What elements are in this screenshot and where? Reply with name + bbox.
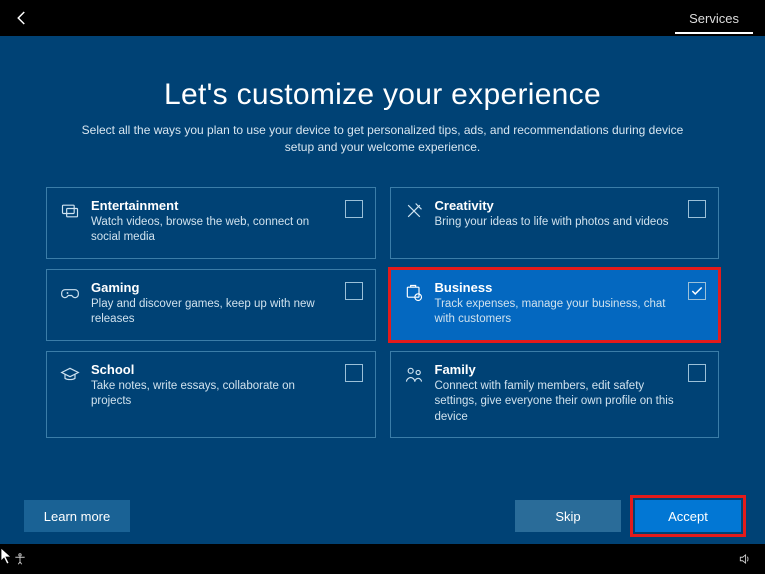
options-grid: Entertainment Watch videos, browse the we… bbox=[46, 187, 719, 439]
option-text: Gaming Play and discover games, keep up w… bbox=[91, 280, 335, 328]
option-desc: Connect with family members, edit safety… bbox=[435, 379, 679, 426]
titlebar: Services bbox=[0, 0, 765, 36]
tab-services[interactable]: Services bbox=[675, 3, 753, 34]
option-card-entertainment[interactable]: Entertainment Watch videos, browse the we… bbox=[46, 187, 376, 259]
ease-of-access-icon[interactable] bbox=[12, 551, 28, 567]
option-checkbox[interactable] bbox=[345, 282, 363, 300]
option-text: Family Connect with family members, edit … bbox=[435, 362, 679, 426]
option-text: School Take notes, write essays, collabor… bbox=[91, 362, 335, 410]
option-title: Entertainment bbox=[91, 198, 335, 213]
option-card-business[interactable]: Business Track expenses, manage your busi… bbox=[390, 269, 720, 341]
accept-button[interactable]: Accept bbox=[635, 500, 741, 532]
skip-button[interactable]: Skip bbox=[515, 500, 621, 532]
option-checkbox[interactable] bbox=[345, 364, 363, 382]
option-checkbox[interactable] bbox=[688, 200, 706, 218]
school-icon bbox=[59, 364, 81, 386]
option-text: Creativity Bring your ideas to life with … bbox=[435, 198, 679, 231]
volume-icon[interactable] bbox=[737, 551, 753, 567]
footer-buttons: Learn more Skip Accept bbox=[0, 500, 765, 532]
option-card-school[interactable]: School Take notes, write essays, collabor… bbox=[46, 351, 376, 439]
creativity-icon bbox=[403, 200, 425, 222]
back-button[interactable] bbox=[12, 8, 32, 28]
option-title: Business bbox=[435, 280, 679, 295]
option-title: Family bbox=[435, 362, 679, 377]
option-card-gaming[interactable]: Gaming Play and discover games, keep up w… bbox=[46, 269, 376, 341]
option-desc: Take notes, write essays, collaborate on… bbox=[91, 379, 335, 410]
option-desc: Track expenses, manage your business, ch… bbox=[435, 297, 679, 328]
family-icon bbox=[403, 364, 425, 386]
setup-stage: Let's customize your experience Select a… bbox=[0, 36, 765, 544]
taskbar bbox=[0, 544, 765, 574]
entertainment-icon bbox=[59, 200, 81, 222]
option-text: Business Track expenses, manage your busi… bbox=[435, 280, 679, 328]
option-card-creativity[interactable]: Creativity Bring your ideas to life with … bbox=[390, 187, 720, 259]
option-desc: Bring your ideas to life with photos and… bbox=[435, 215, 679, 231]
option-desc: Watch videos, browse the web, connect on… bbox=[91, 215, 335, 246]
learn-more-button[interactable]: Learn more bbox=[24, 500, 130, 532]
option-checkbox[interactable] bbox=[345, 200, 363, 218]
page-subtitle: Select all the ways you plan to use your… bbox=[73, 122, 693, 157]
option-title: School bbox=[91, 362, 335, 377]
page-title: Let's customize your experience bbox=[46, 78, 719, 112]
option-desc: Play and discover games, keep up with ne… bbox=[91, 297, 335, 328]
option-card-family[interactable]: Family Connect with family members, edit … bbox=[390, 351, 720, 439]
option-checkbox[interactable] bbox=[688, 282, 706, 300]
option-title: Creativity bbox=[435, 198, 679, 213]
gaming-icon bbox=[59, 282, 81, 304]
option-checkbox[interactable] bbox=[688, 364, 706, 382]
option-text: Entertainment Watch videos, browse the we… bbox=[91, 198, 335, 246]
option-title: Gaming bbox=[91, 280, 335, 295]
business-icon bbox=[403, 282, 425, 304]
